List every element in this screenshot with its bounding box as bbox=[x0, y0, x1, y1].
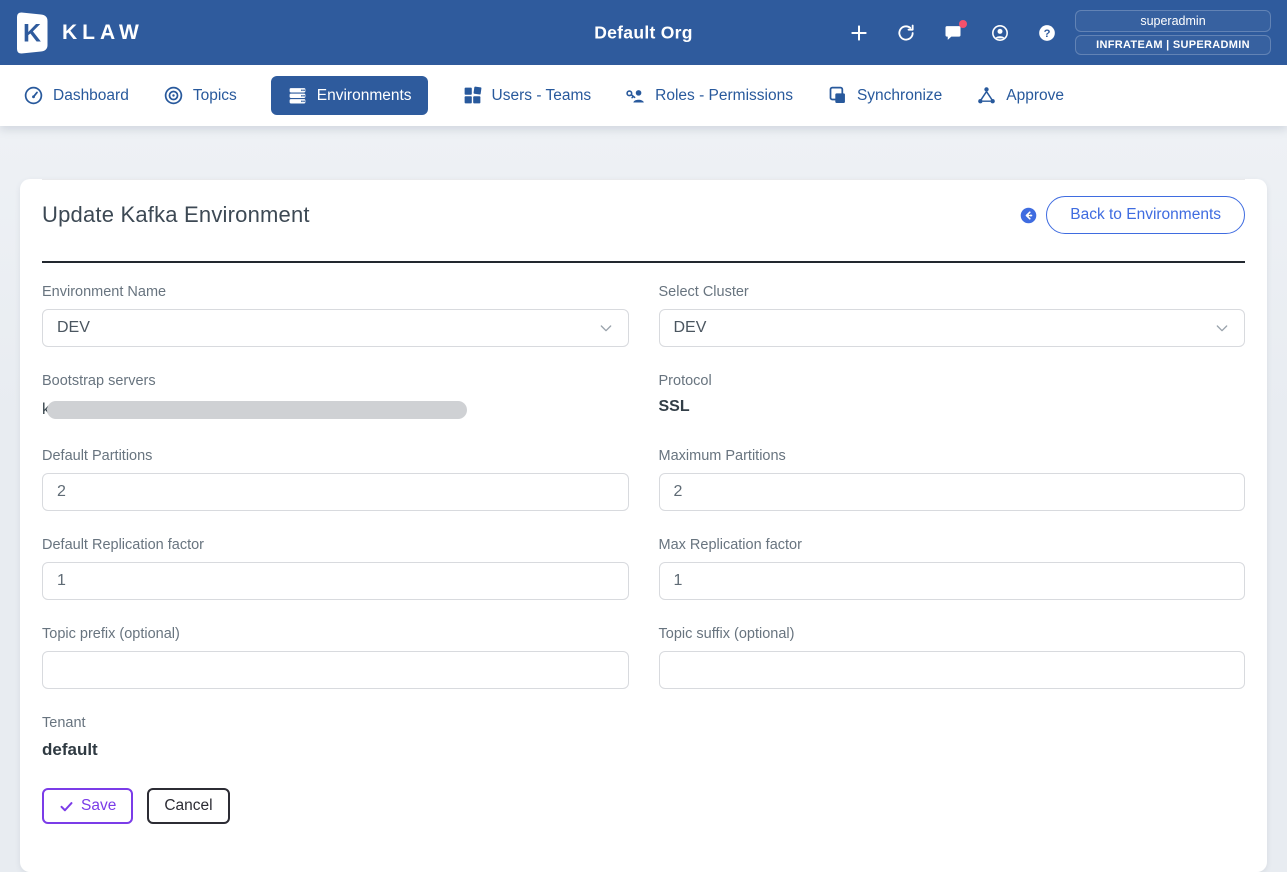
redaction-overlay bbox=[47, 401, 467, 419]
content-card: Update Kafka Environment Back to Environ… bbox=[20, 179, 1267, 872]
topic-suffix-input[interactable] bbox=[659, 651, 1246, 689]
select-cluster-select[interactable]: DEV bbox=[659, 309, 1246, 347]
klaw-logo-icon: K bbox=[12, 10, 52, 56]
tab-label: Topics bbox=[193, 87, 237, 105]
back-arrow-icon[interactable] bbox=[1020, 207, 1037, 224]
notification-dot bbox=[959, 20, 967, 28]
header-icon-bar: ? bbox=[849, 23, 1075, 43]
tenant-label: Tenant bbox=[42, 715, 629, 731]
username: superadmin bbox=[1075, 10, 1271, 32]
account-icon[interactable] bbox=[990, 23, 1010, 43]
default-replication-factor-label: Default Replication factor bbox=[42, 537, 629, 553]
environment-name-value: DEV bbox=[57, 319, 90, 337]
approve-icon bbox=[976, 85, 997, 106]
add-icon[interactable] bbox=[849, 23, 869, 43]
tab-environments[interactable]: Environments bbox=[271, 76, 428, 115]
tab-dashboard[interactable]: Dashboard bbox=[23, 85, 129, 106]
default-partitions-input[interactable] bbox=[42, 473, 629, 511]
maximum-partitions-label: Maximum Partitions bbox=[659, 448, 1246, 464]
back-to-environments-button[interactable]: Back to Environments bbox=[1046, 196, 1245, 234]
messages-icon[interactable] bbox=[943, 23, 963, 43]
chevron-down-icon bbox=[1214, 320, 1230, 336]
tab-label: Environments bbox=[317, 87, 412, 105]
main-nav: Dashboard Topics Environments Users - Te… bbox=[0, 65, 1287, 126]
topic-suffix-label: Topic suffix (optional) bbox=[659, 626, 1246, 642]
page-title: Update Kafka Environment bbox=[42, 202, 310, 228]
check-icon bbox=[59, 799, 74, 814]
save-button[interactable]: Save bbox=[42, 788, 133, 824]
default-replication-factor-input[interactable] bbox=[42, 562, 629, 600]
tab-users-teams[interactable]: Users - Teams bbox=[462, 85, 592, 106]
empty-cell bbox=[659, 715, 1246, 760]
klaw-logo[interactable]: K KLAW bbox=[12, 10, 144, 56]
tab-label: Roles - Permissions bbox=[655, 87, 793, 105]
max-replication-factor-label: Max Replication factor bbox=[659, 537, 1246, 553]
tab-label: Approve bbox=[1006, 87, 1064, 105]
topic-prefix-label: Topic prefix (optional) bbox=[42, 626, 629, 642]
user-info-box[interactable]: superadmin INFRATEAM | SUPERADMIN bbox=[1075, 10, 1271, 55]
environment-name-label: Environment Name bbox=[42, 284, 629, 300]
select-cluster-value: DEV bbox=[674, 319, 707, 337]
cancel-button[interactable]: Cancel bbox=[147, 788, 229, 824]
tenant-value: default bbox=[42, 740, 629, 760]
section-divider bbox=[42, 261, 1245, 263]
tab-approve[interactable]: Approve bbox=[976, 85, 1064, 106]
tab-topics[interactable]: Topics bbox=[163, 85, 237, 106]
logo-wordmark: KLAW bbox=[62, 21, 144, 45]
topic-prefix-input[interactable] bbox=[42, 651, 629, 689]
environment-form: Environment Name DEV Select Cluster DEV … bbox=[42, 284, 1245, 786]
help-icon[interactable]: ? bbox=[1037, 23, 1057, 43]
tab-synchronize[interactable]: Synchronize bbox=[827, 85, 942, 106]
environments-icon bbox=[287, 85, 308, 106]
org-title: Default Org bbox=[594, 22, 693, 43]
svg-text:K: K bbox=[23, 19, 41, 47]
refresh-icon[interactable] bbox=[896, 23, 916, 43]
tab-label: Dashboard bbox=[53, 87, 129, 105]
tab-roles-permissions[interactable]: Roles - Permissions bbox=[625, 85, 793, 106]
page-background: Update Kafka Environment Back to Environ… bbox=[0, 126, 1287, 872]
roles-permissions-icon bbox=[625, 85, 646, 106]
team-role: INFRATEAM | SUPERADMIN bbox=[1075, 35, 1271, 55]
tab-label: Users - Teams bbox=[492, 87, 592, 105]
card-top-divider bbox=[42, 179, 1245, 180]
tab-label: Synchronize bbox=[857, 87, 942, 105]
dashboard-icon bbox=[23, 85, 44, 106]
save-label: Save bbox=[81, 797, 116, 815]
synchronize-icon bbox=[827, 85, 848, 106]
bootstrap-servers-label: Bootstrap servers bbox=[42, 373, 629, 389]
maximum-partitions-input[interactable] bbox=[659, 473, 1246, 511]
max-replication-factor-input[interactable] bbox=[659, 562, 1246, 600]
svg-text:?: ? bbox=[1044, 27, 1051, 39]
topics-icon bbox=[163, 85, 184, 106]
environment-name-select[interactable]: DEV bbox=[42, 309, 629, 347]
protocol-value: SSL bbox=[659, 398, 1246, 416]
select-cluster-label: Select Cluster bbox=[659, 284, 1246, 300]
default-partitions-label: Default Partitions bbox=[42, 448, 629, 464]
app-header: K KLAW Default Org ? superadmin INFRATEA… bbox=[0, 0, 1287, 65]
protocol-label: Protocol bbox=[659, 373, 1246, 389]
chevron-down-icon bbox=[598, 320, 614, 336]
users-teams-icon bbox=[462, 85, 483, 106]
